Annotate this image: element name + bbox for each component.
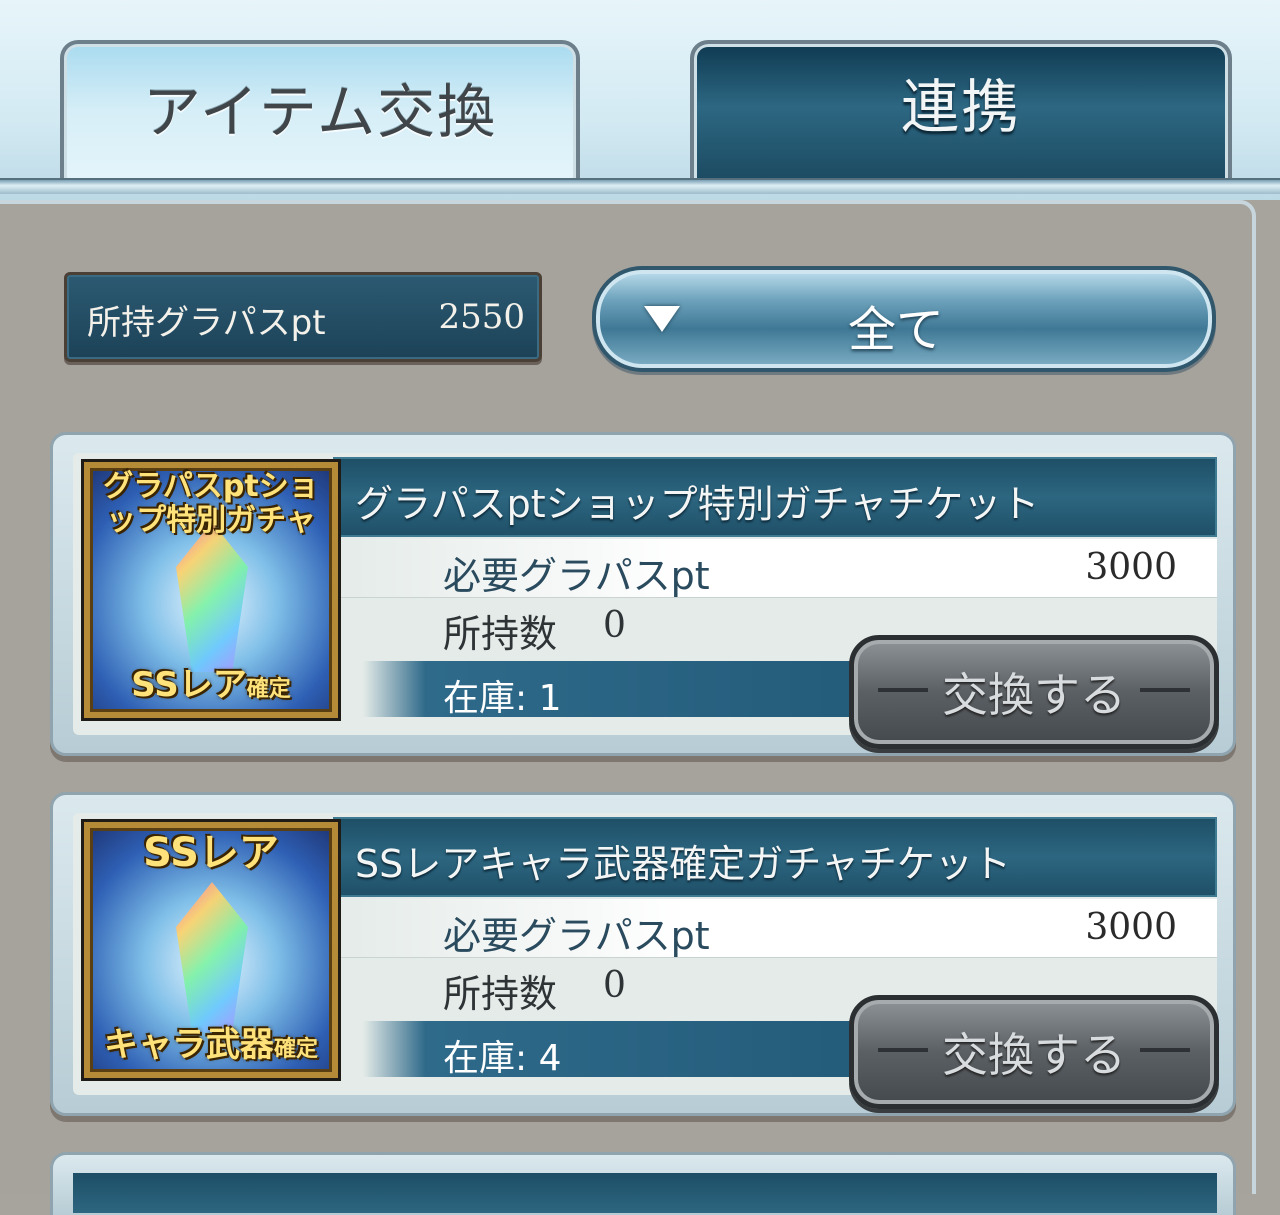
ornament-right-icon: [1140, 1048, 1190, 1052]
tab-strip: アイテム交換 連携: [0, 0, 1280, 200]
cost-row: 必要グラパスpt 3000: [333, 539, 1217, 598]
thumbnail-caption-main: SSレア: [131, 665, 247, 705]
item-title-bar: SSレアキャラ武器確定ガチャチケット: [333, 817, 1217, 897]
tab-link-label: 連携: [900, 73, 1021, 141]
tab-divider: [0, 178, 1280, 194]
points-label: 所持グラパスpt: [87, 303, 326, 343]
owned-value: 0: [603, 965, 626, 1006]
stock-row: 在庫: 1: [363, 661, 883, 719]
owned-label: 所持数: [443, 612, 558, 656]
exchange-button-label: 交換する: [942, 668, 1126, 722]
item-title-bar: [73, 1173, 1217, 1213]
cost-label: 必要グラパスpt: [443, 554, 710, 598]
exchange-button[interactable]: 交換する: [849, 635, 1219, 749]
thumbnail-caption-bottom: SSレア確定: [90, 657, 332, 706]
thumbnail-caption-top: SSレア: [143, 830, 279, 876]
tab-item-exchange-label: アイテム交換: [142, 78, 498, 146]
thumbnail-caption-bottom: キャラ武器確定: [90, 1017, 332, 1066]
tab-item-exchange[interactable]: アイテム交換: [60, 40, 580, 194]
stock-label: 在庫: 4: [443, 1038, 562, 1079]
cost-value: 3000: [1085, 907, 1177, 948]
owned-value: 0: [603, 605, 626, 646]
cost-value: 3000: [1085, 547, 1177, 588]
triangle-down-icon: [644, 306, 680, 332]
exchange-button[interactable]: 交換する: [849, 995, 1219, 1109]
item-card-partial: [50, 1152, 1236, 1215]
ornament-left-icon: [878, 1048, 928, 1052]
item-title: グラパスptショップ特別ガチャチケット: [355, 482, 1040, 526]
thumbnail-caption-small: 確定: [246, 677, 291, 702]
item-title-bar: グラパスptショップ特別ガチャチケット: [333, 457, 1217, 537]
tab-link[interactable]: 連携: [690, 40, 1232, 184]
stock-label: 在庫: 1: [443, 678, 562, 719]
item-card: グラパスptショップ特別ガチャチケット 必要グラパスpt 3000 所持数 0 …: [50, 432, 1236, 756]
filter-label: 全て: [848, 302, 945, 358]
item-card: SSレアキャラ武器確定ガチャチケット 必要グラパスpt 3000 所持数 0 在…: [50, 792, 1236, 1116]
item-thumbnail: グラパスptショップ特別ガチャ SSレア確定: [81, 459, 341, 721]
stock-row: 在庫: 4: [363, 1021, 883, 1079]
item-title: SSレアキャラ武器確定ガチャチケット: [355, 842, 1011, 886]
crystal-icon: [176, 882, 248, 1032]
thumbnail-caption-main: キャラ武器: [103, 1025, 274, 1065]
points-value: 2550: [438, 297, 525, 337]
ornament-right-icon: [1140, 688, 1190, 692]
ornament-left-icon: [878, 688, 928, 692]
cost-label: 必要グラパスpt: [443, 914, 710, 958]
item-card-body: SSレアキャラ武器確定ガチャチケット 必要グラパスpt 3000 所持数 0 在…: [73, 813, 1219, 1109]
item-card-body: グラパスptショップ特別ガチャチケット 必要グラパスpt 3000 所持数 0 …: [73, 453, 1219, 749]
owned-label: 所持数: [443, 972, 558, 1016]
thumbnail-caption-top: グラパスptショップ特別ガチャ: [103, 469, 319, 538]
item-thumbnail: SSレア キャラ武器確定: [81, 819, 341, 1081]
thumbnail-caption-small: 確定: [273, 1037, 318, 1062]
exchange-button-label: 交換する: [942, 1028, 1126, 1082]
filter-dropdown[interactable]: 全て: [592, 266, 1216, 372]
points-display: 所持グラパスpt 2550: [64, 272, 542, 362]
crystal-icon: [176, 522, 248, 672]
cost-row: 必要グラパスpt 3000: [333, 899, 1217, 958]
